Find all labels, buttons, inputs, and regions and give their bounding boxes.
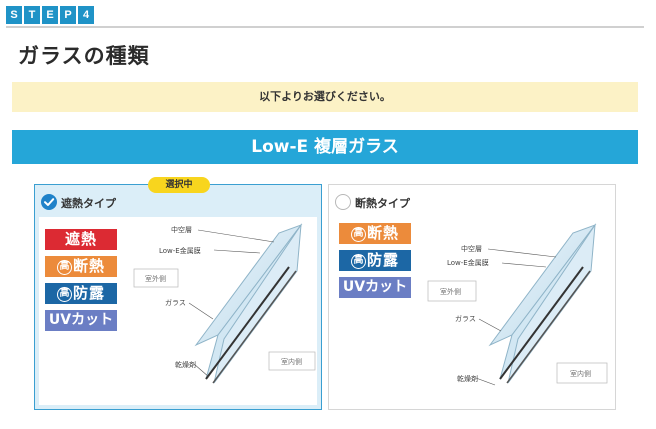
radio-checked-icon[interactable]: [41, 194, 57, 210]
section-header: Low-E 複層ガラス: [12, 130, 638, 164]
step-letter: T: [24, 6, 40, 24]
step-letter: E: [42, 6, 58, 24]
option-card-heat-shield[interactable]: 選択中 遮熱タイプ 遮熱 高断熱 高防露 UVカット 中空層 Low-E金属膜: [34, 177, 322, 410]
label-outdoor: 室外側: [440, 287, 461, 296]
instruction-notice: 以下よりお選びください。: [12, 82, 638, 112]
label-indoor: 室内側: [570, 369, 591, 378]
selected-badge: 選択中: [148, 177, 210, 193]
step-indicator: S T E P 4: [6, 6, 644, 28]
label-desiccant: 乾燥剤: [457, 374, 478, 383]
step-letter: S: [6, 6, 22, 24]
glass-diagram: 中空層 Low-E金属膜 室外側 ガラス 乾燥剤 室内側: [133, 223, 316, 384]
label-glass: ガラス: [455, 314, 476, 323]
radio-unchecked-icon[interactable]: [335, 194, 351, 210]
card-title: 断熱タイプ: [355, 197, 410, 210]
label-air-layer: 中空層: [461, 244, 482, 253]
label-outdoor: 室外側: [145, 274, 166, 283]
step-letter: P: [60, 6, 76, 24]
card-body: 高断熱 高防露 UVカット 中空層 Low-E金属膜 室外側 ガラス 乾燥剤 室…: [333, 217, 611, 405]
card-title: 遮熱タイプ: [61, 197, 116, 210]
glass-diagram: 中空層 Low-E金属膜 室外側 ガラス 乾燥剤 室内側: [427, 223, 608, 386]
step-number: 4: [78, 6, 94, 24]
label-air-layer: 中空層: [171, 225, 192, 234]
card-body: 遮熱 高断熱 高防露 UVカット 中空層 Low-E金属膜 室外側 ガラス 乾燥…: [39, 217, 317, 405]
label-metal-film: Low-E金属膜: [159, 246, 201, 255]
label-desiccant: 乾燥剤: [175, 360, 196, 369]
label-glass: ガラス: [165, 298, 186, 307]
label-metal-film: Low-E金属膜: [447, 258, 489, 267]
label-indoor: 室内側: [281, 357, 302, 366]
page-title: ガラスの種類: [18, 44, 150, 68]
option-card-insulation[interactable]: 断熱タイプ 高断熱 高防露 UVカット 中空層 Low-E金属膜 室外側 ガラス: [328, 184, 616, 410]
